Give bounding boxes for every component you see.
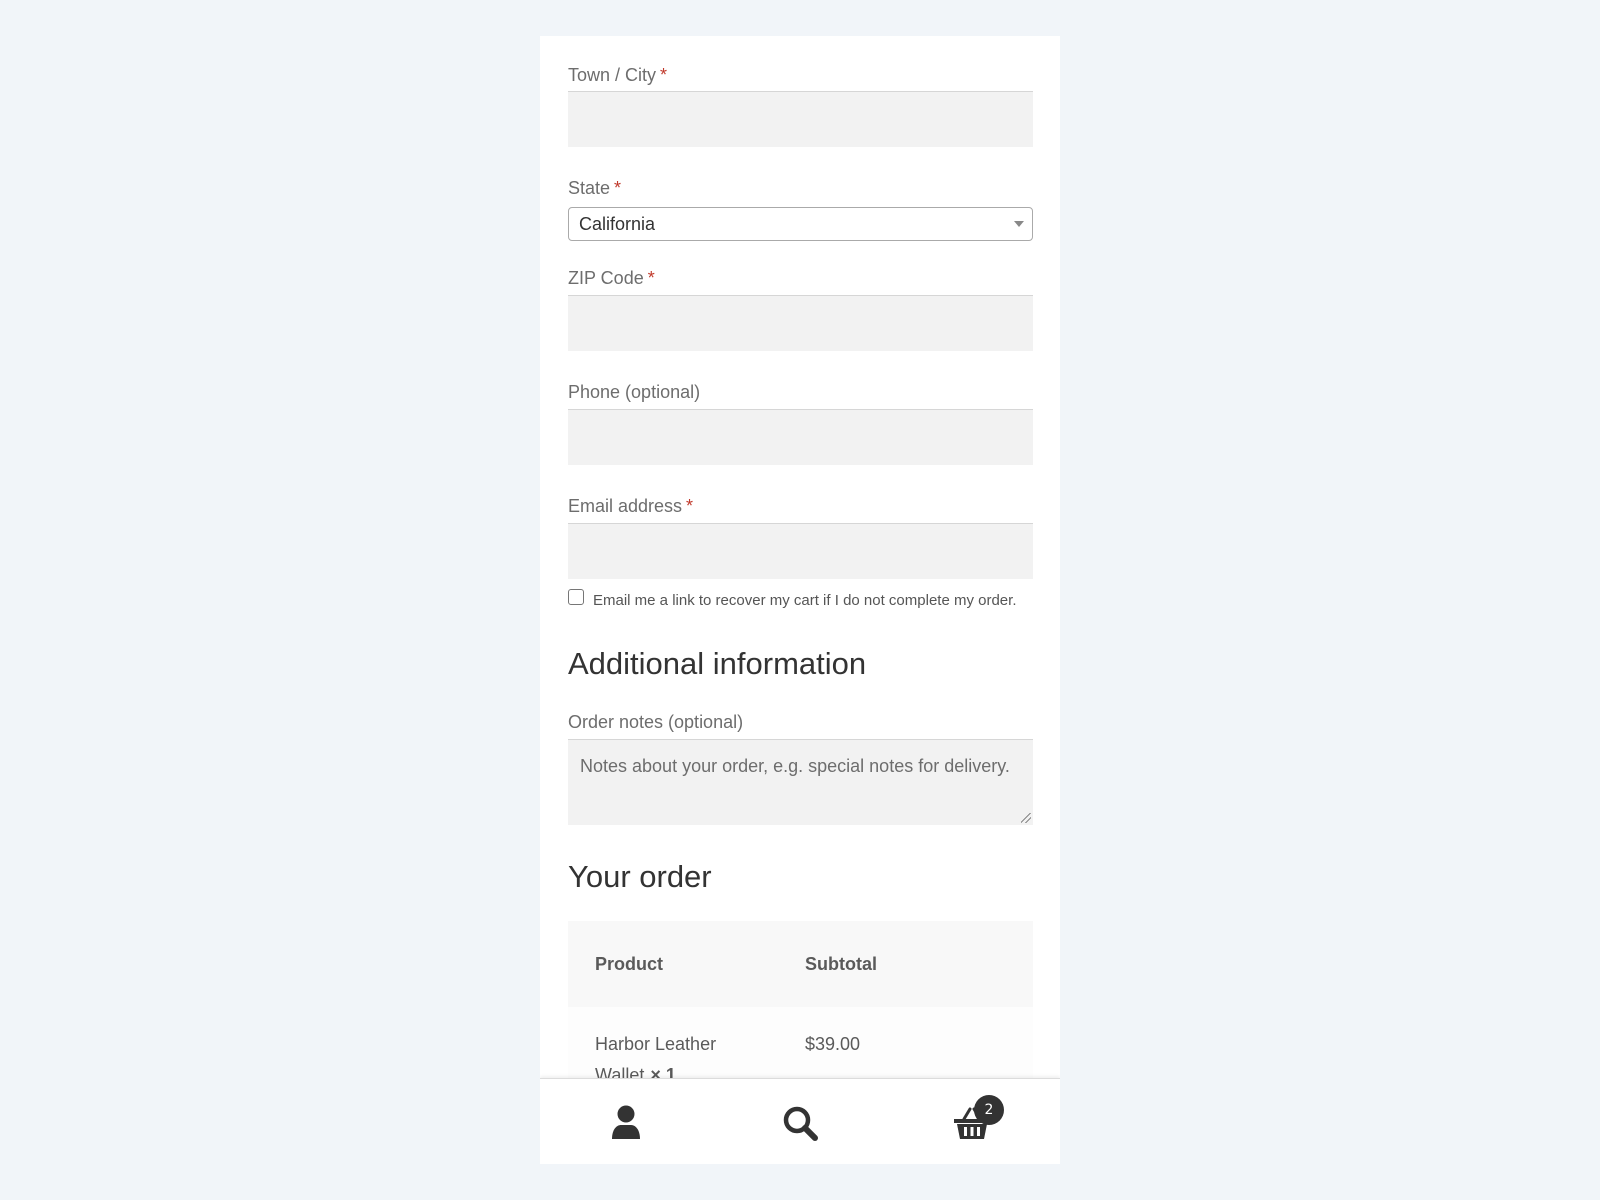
order-table: Product Subtotal Harbor Leather Wallet × … [568, 921, 1033, 1078]
recover-cart-label: Email me a link to recover my cart if I … [593, 592, 1017, 609]
search-button[interactable] [778, 1101, 822, 1145]
additional-info-heading: Additional information [568, 646, 867, 681]
recover-cart-checkbox[interactable] [568, 589, 584, 605]
phone-input[interactable] [568, 409, 1033, 465]
chevron-down-icon [1014, 221, 1024, 227]
product-name: Harbor Leather Wallet × 1 [595, 1029, 716, 1078]
product-subtotal: $39.00 [805, 1034, 861, 1054]
table-row: Harbor Leather Wallet × 1 $39.00 [568, 1007, 1033, 1078]
city-label: Town / City * [568, 65, 668, 85]
account-button[interactable] [604, 1101, 648, 1145]
product-quantity: × 1 [650, 1065, 676, 1078]
order-notes-label: Order notes (optional) [568, 712, 744, 732]
phone-label: Phone (optional) [568, 382, 701, 402]
bottom-nav-bar: 2 [540, 1078, 1060, 1164]
email-input[interactable] [568, 523, 1033, 579]
cart-button[interactable]: 2 [950, 1095, 1004, 1145]
order-notes-textarea[interactable]: Notes about your order, e.g. special not… [568, 739, 1033, 825]
your-order-heading: Your order [568, 859, 712, 894]
checkout-form: Town / City * State * California ZIP Code *… [540, 36, 1060, 1078]
zip-label: ZIP Code * [568, 268, 655, 288]
product-column-header: Product [595, 954, 664, 974]
required-mark: * [686, 496, 694, 516]
required-mark: * [660, 65, 668, 85]
city-input[interactable] [568, 91, 1033, 147]
order-notes-placeholder: Notes about your order, e.g. special not… [580, 756, 1010, 776]
cart-count-badge: 2 [974, 1095, 1004, 1125]
required-mark: * [647, 268, 655, 288]
required-mark: * [614, 178, 622, 198]
zip-input[interactable] [568, 295, 1033, 351]
checkout-screen: Town / City * State * California ZIP Code *… [540, 36, 1060, 1164]
email-label: Email address * [568, 496, 694, 516]
user-icon [612, 1105, 640, 1139]
state-select[interactable]: California [568, 207, 1033, 241]
state-label: State * [568, 178, 622, 198]
search-icon [783, 1106, 818, 1141]
state-select-value: California [579, 214, 656, 234]
resize-handle-icon[interactable] [1021, 813, 1031, 823]
subtotal-column-header: Subtotal [805, 954, 877, 974]
order-table-header: Product Subtotal [568, 921, 1033, 1007]
